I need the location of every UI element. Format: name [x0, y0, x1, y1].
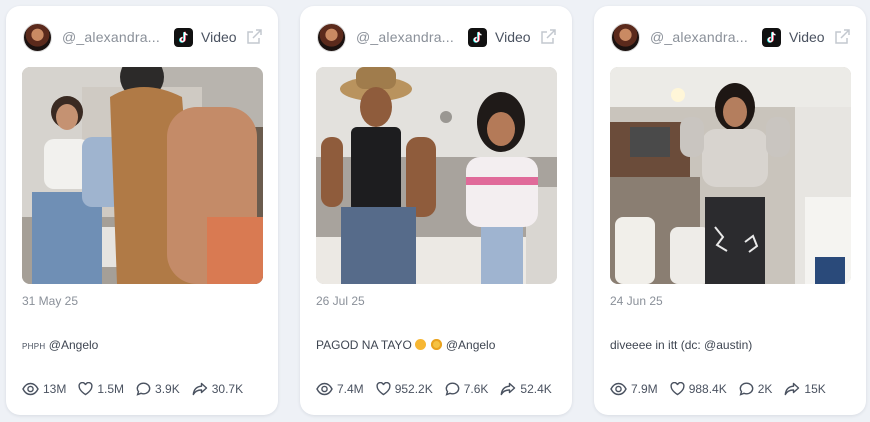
post-caption: PHPH @Angelo — [22, 338, 264, 352]
post-caption: diveeee in itt (dc: @austin) — [610, 338, 852, 352]
caption-mention[interactable]: @Angelo — [446, 338, 496, 352]
comments-stat: 2K — [739, 382, 773, 396]
external-link-icon[interactable] — [833, 28, 851, 46]
post-card[interactable]: @_alexandra... Video 24 Jun 25 diveeee i… — [594, 6, 866, 415]
views-stat: 13M — [22, 382, 66, 396]
shares-stat: 52.4K — [500, 382, 552, 396]
caption-text: PAGOD NA TAYO — [316, 338, 412, 352]
eye-icon — [610, 382, 627, 396]
post-header: @_alexandra... Video — [611, 22, 851, 52]
video-thumbnail[interactable] — [316, 67, 557, 284]
likes-count: 1.5M — [97, 382, 125, 396]
username[interactable]: @_alexandra... — [650, 29, 748, 45]
post-card[interactable]: @_alexandra... Video 31 May 25 PHPH @Ang… — [6, 6, 278, 415]
likes-count: 952.2K — [394, 382, 433, 396]
comments-stat: 3.9K — [136, 382, 180, 396]
external-link-icon[interactable] — [245, 28, 263, 46]
share-icon — [785, 382, 800, 396]
tiktok-icon — [468, 27, 487, 47]
tired-face-emoji-icon — [415, 339, 427, 350]
post-type-label: Video — [495, 29, 531, 45]
heart-icon — [670, 382, 685, 396]
views-count: 7.4M — [337, 382, 364, 396]
video-thumbnail[interactable] — [22, 67, 263, 284]
post-date: 31 May 25 — [22, 294, 79, 308]
heart-icon — [78, 382, 93, 396]
post-date: 26 Jul 25 — [316, 294, 365, 308]
tiktok-icon — [174, 27, 193, 47]
likes-stat: 952.2K — [376, 382, 433, 396]
views-count: 13M — [43, 382, 67, 396]
comments-count: 3.9K — [155, 382, 180, 396]
likes-stat: 988.4K — [670, 382, 727, 396]
post-stats: 13M 1.5M 3.9K 30.7K — [22, 382, 268, 396]
post-header: @_alexandra... Video — [23, 22, 263, 52]
caption-text: diveeee in itt (dc: @austin) — [610, 338, 753, 352]
likes-stat: 1.5M — [78, 382, 124, 396]
post-type-label: Video — [201, 29, 237, 45]
post-type-label: Video — [789, 29, 825, 45]
caption-text: @Angelo — [48, 338, 99, 352]
comment-icon — [739, 382, 754, 396]
username[interactable]: @_alexandra... — [62, 29, 160, 45]
eye-icon — [316, 382, 333, 396]
username[interactable]: @_alexandra... — [356, 29, 454, 45]
views-count: 7.9M — [631, 382, 658, 396]
comment-icon — [136, 382, 151, 396]
tiktok-icon — [762, 27, 781, 47]
shares-stat: 30.7K — [192, 382, 243, 396]
post-date: 24 Jun 25 — [610, 294, 663, 308]
avatar[interactable] — [317, 22, 346, 52]
eye-icon — [22, 382, 39, 396]
dizzy-face-emoji-icon — [430, 339, 442, 350]
avatar[interactable] — [611, 22, 640, 52]
post-card[interactable]: @_alexandra... Video 26 Jul 25 PAGOD NA … — [300, 6, 572, 415]
post-header: @_alexandra... Video — [317, 22, 557, 52]
post-stats: 7.9M 988.4K 2K 15K — [610, 382, 856, 396]
comment-icon — [445, 382, 460, 396]
share-icon — [192, 382, 207, 396]
likes-count: 988.4K — [688, 382, 727, 396]
views-stat: 7.4M — [316, 382, 364, 396]
shares-count: 15K — [804, 382, 826, 396]
caption-prefix: PHPH — [22, 342, 46, 351]
external-link-icon[interactable] — [539, 28, 557, 46]
comments-count: 2K — [757, 382, 773, 396]
shares-stat: 15K — [784, 382, 826, 396]
views-stat: 7.9M — [610, 382, 658, 396]
post-caption: PAGOD NA TAYO @Angelo — [316, 338, 558, 352]
share-icon — [501, 382, 516, 396]
post-stats: 7.4M 952.2K 7.6K 52.4K — [316, 382, 562, 396]
shares-count: 30.7K — [211, 382, 244, 396]
comments-stat: 7.6K — [445, 382, 489, 396]
avatar[interactable] — [23, 22, 52, 52]
comments-count: 7.6K — [463, 382, 489, 396]
shares-count: 52.4K — [520, 382, 552, 396]
video-thumbnail[interactable] — [610, 67, 851, 284]
heart-icon — [376, 382, 391, 396]
